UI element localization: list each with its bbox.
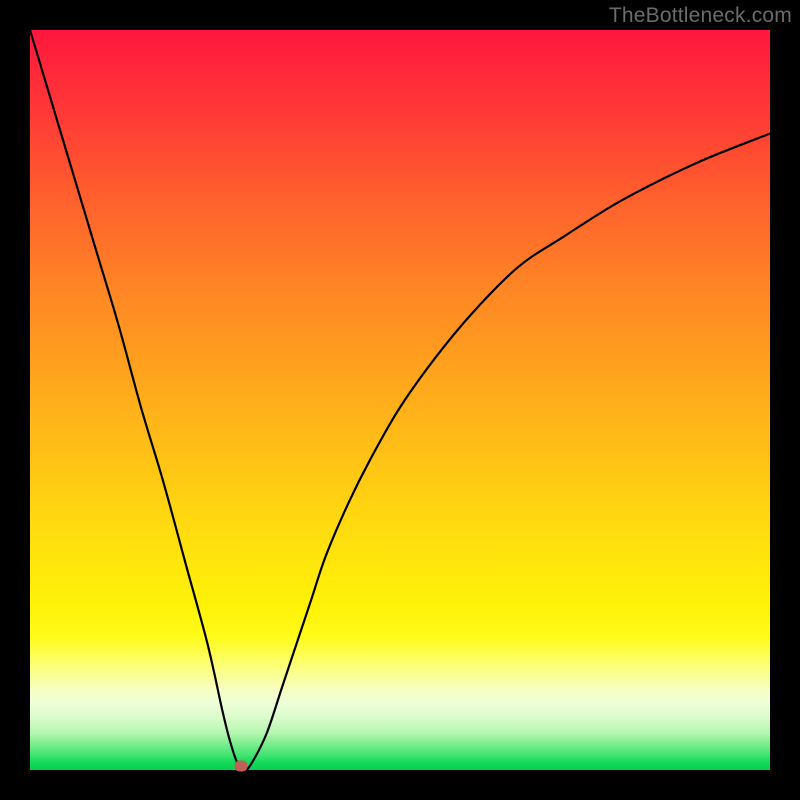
- bottleneck-curve-path: [30, 30, 770, 770]
- watermark-text: TheBottleneck.com: [609, 4, 792, 28]
- optimum-marker: [234, 761, 247, 772]
- plot-area: [30, 30, 770, 770]
- curve-svg: [30, 30, 770, 770]
- chart-frame: TheBottleneck.com: [0, 0, 800, 800]
